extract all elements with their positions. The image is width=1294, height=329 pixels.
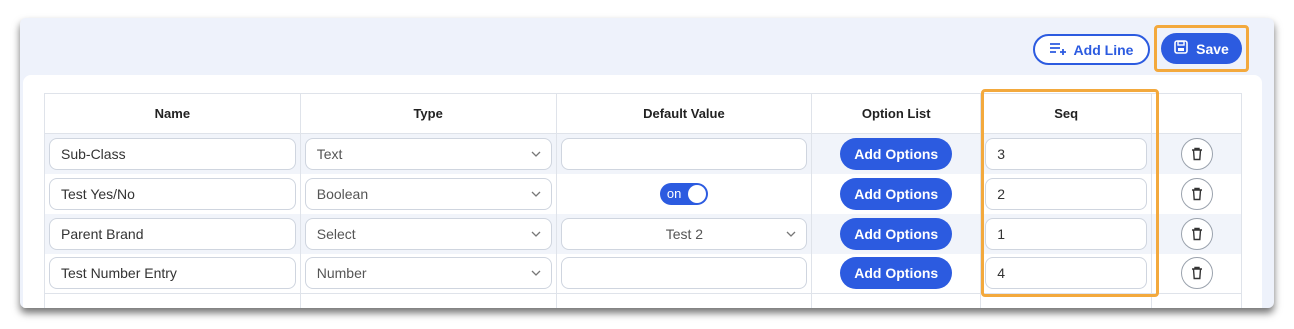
- trash-icon: [1191, 147, 1202, 160]
- floppy-disk-icon: [1174, 40, 1188, 57]
- type-select[interactable]: Select: [304, 217, 552, 250]
- table-row: Parent Brand Select Test 2 Add Options 1: [44, 213, 1242, 254]
- add-options-button[interactable]: Add Options: [840, 257, 953, 290]
- seq-input[interactable]: 1: [985, 217, 1148, 250]
- default-value-select-value: Test 2: [665, 225, 704, 242]
- table-row: Sub-Class Text Add Options 3: [44, 133, 1242, 174]
- type-select[interactable]: Text: [304, 137, 552, 170]
- type-select-value: Select: [316, 225, 356, 242]
- delete-button[interactable]: [1180, 177, 1213, 210]
- fields-card: Name Type Default Value Option List Seq …: [23, 75, 1262, 308]
- save-button[interactable]: Save: [1161, 33, 1242, 64]
- default-value-toggle[interactable]: on: [659, 182, 708, 205]
- save-label: Save: [1196, 40, 1229, 57]
- column-header-option-list: Option List: [811, 93, 982, 134]
- table-row: Test Yes/No Boolean on Add Options 2: [44, 173, 1242, 214]
- fields-table: Name Type Default Value Option List Seq …: [44, 93, 1242, 308]
- delete-button[interactable]: [1180, 257, 1213, 290]
- default-value-input[interactable]: [560, 257, 808, 290]
- type-select-value: Number: [316, 265, 367, 282]
- delete-button[interactable]: [1180, 137, 1213, 170]
- chevron-down-icon: [531, 231, 540, 237]
- column-header-actions: [1151, 93, 1242, 134]
- type-select-value: Boolean: [316, 185, 369, 202]
- name-input[interactable]: Test Yes/No: [49, 177, 296, 210]
- type-select[interactable]: Number: [304, 257, 552, 290]
- name-input[interactable]: Parent Brand: [49, 217, 296, 250]
- column-header-type: Type: [299, 93, 557, 134]
- toggle-knob: [687, 184, 706, 203]
- type-select-value: Text: [316, 145, 343, 162]
- trash-icon: [1191, 187, 1202, 200]
- column-header-name: Name: [44, 93, 301, 134]
- default-value-select[interactable]: Test 2: [560, 217, 808, 250]
- column-header-default-value: Default Value: [555, 93, 813, 134]
- table-footer-spacer: [44, 293, 1242, 308]
- type-select[interactable]: Boolean: [304, 177, 552, 210]
- add-options-button[interactable]: Add Options: [840, 217, 953, 250]
- default-value-input[interactable]: [560, 137, 808, 170]
- add-options-button[interactable]: Add Options: [840, 137, 953, 170]
- add-line-button[interactable]: Add Line: [1033, 34, 1150, 65]
- chevron-down-icon: [531, 270, 540, 277]
- seq-input[interactable]: 3: [985, 137, 1148, 170]
- fields-panel: Add Line Save Name Type Default Value Op…: [20, 18, 1274, 308]
- table-header-row: Name Type Default Value Option List Seq: [44, 93, 1242, 134]
- delete-button[interactable]: [1180, 217, 1213, 250]
- trash-icon: [1191, 227, 1202, 240]
- toggle-label: on: [666, 186, 682, 201]
- add-options-button[interactable]: Add Options: [840, 177, 953, 210]
- chevron-down-icon: [786, 231, 796, 237]
- add-line-label: Add Line: [1073, 41, 1134, 58]
- seq-input[interactable]: 2: [985, 177, 1148, 210]
- column-header-seq: Seq: [980, 93, 1153, 134]
- table-row: Test Number Entry Number Add Options 4: [44, 253, 1242, 294]
- name-input[interactable]: Test Number Entry: [49, 257, 296, 290]
- chevron-down-icon: [531, 191, 540, 197]
- name-input[interactable]: Sub-Class: [49, 137, 296, 170]
- list-add-icon: [1049, 42, 1066, 58]
- chevron-down-icon: [531, 151, 540, 157]
- seq-input[interactable]: 4: [985, 257, 1148, 290]
- trash-icon: [1191, 267, 1202, 280]
